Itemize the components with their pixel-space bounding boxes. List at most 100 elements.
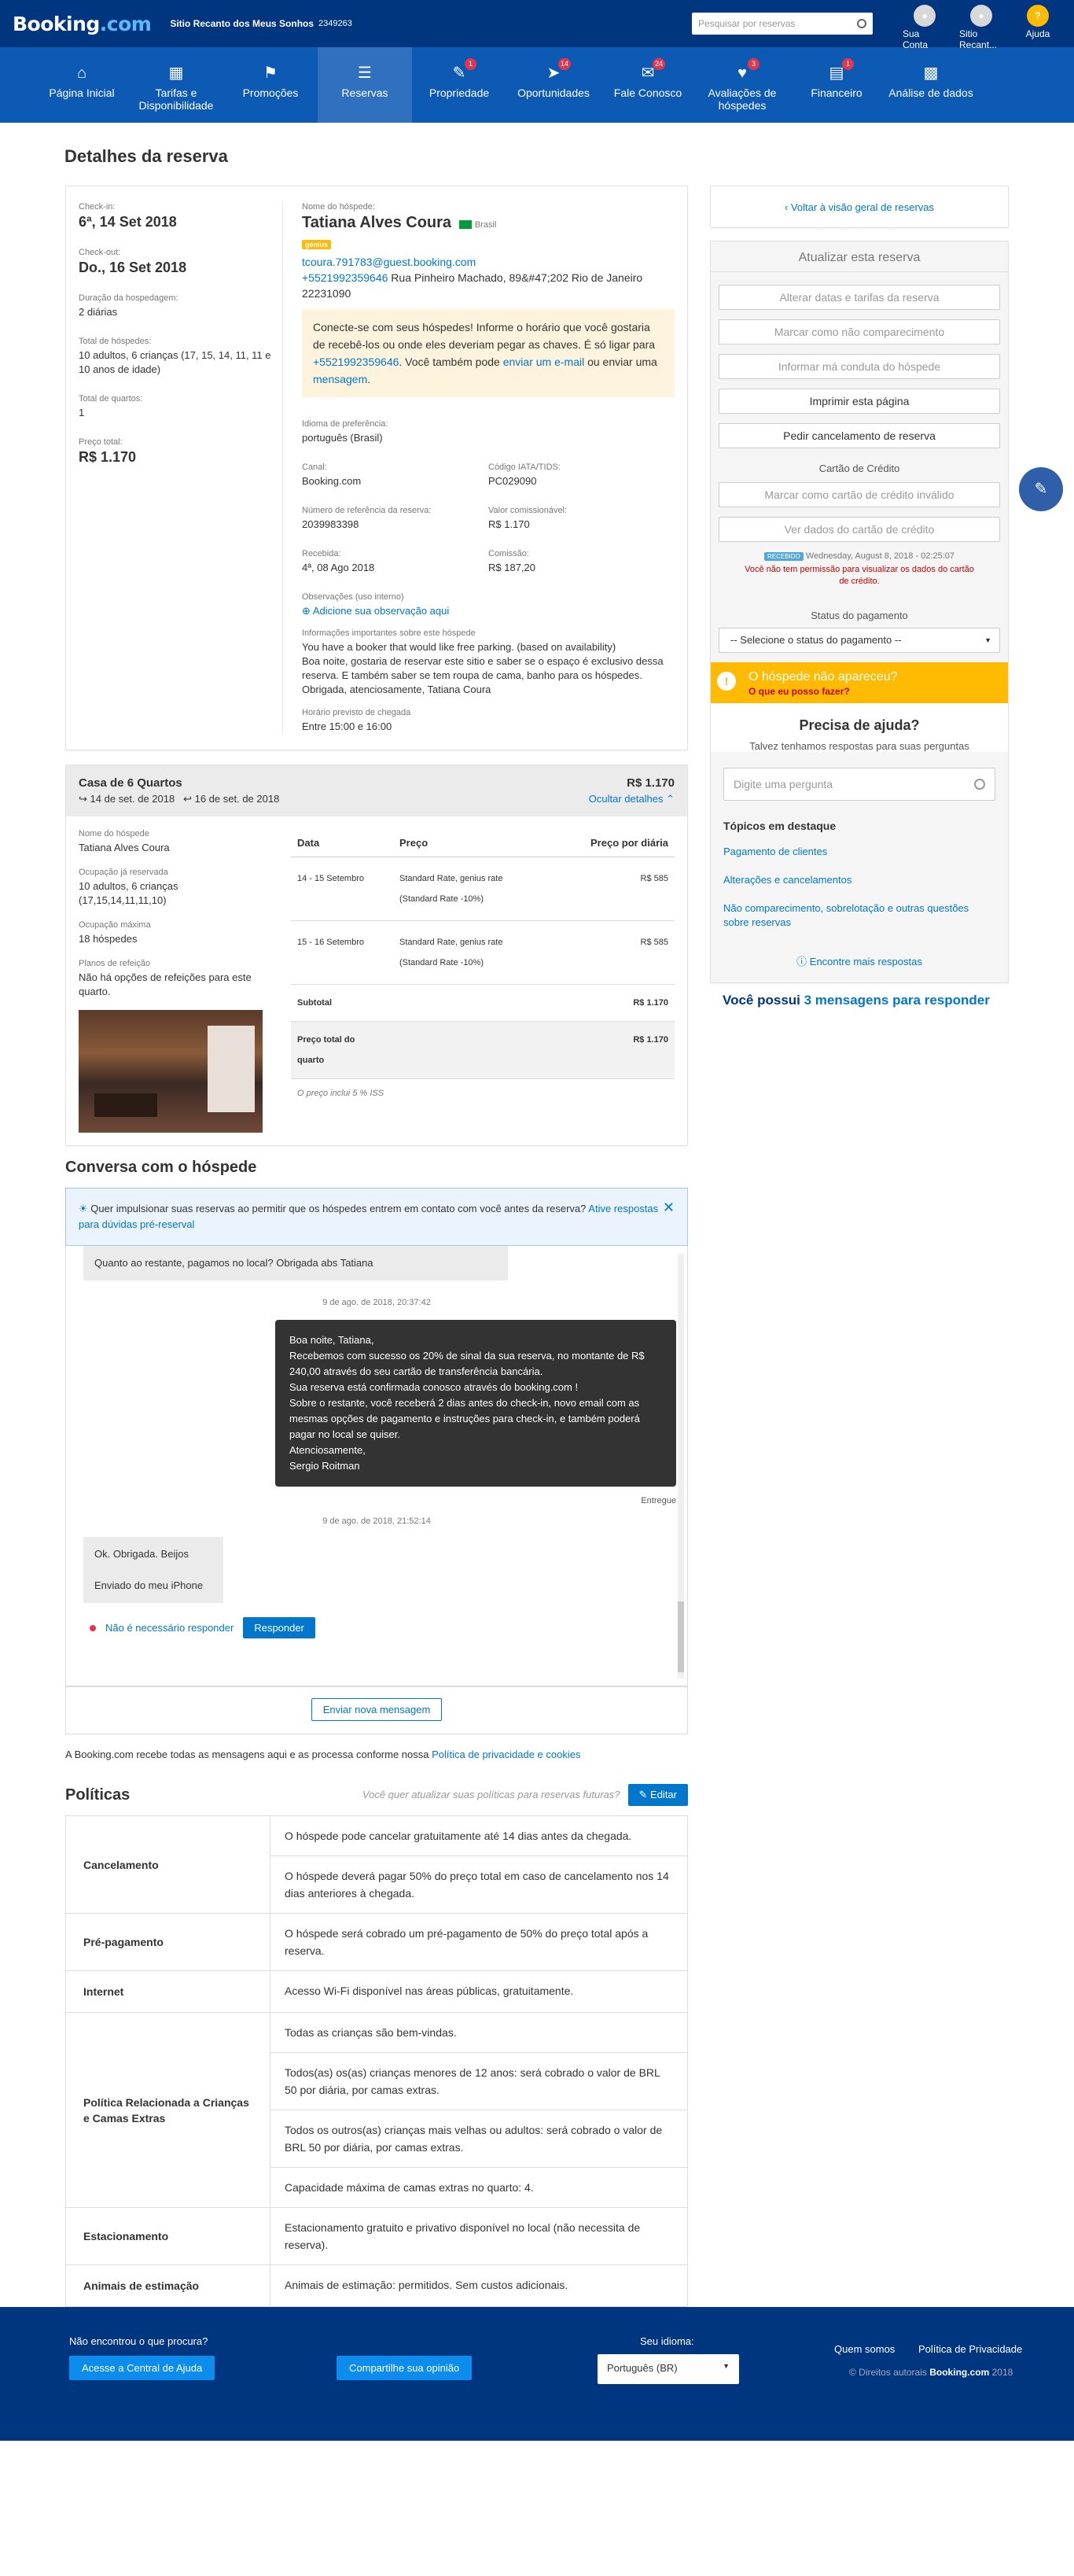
chevron-down-icon: ▼ bbox=[723, 2362, 730, 2370]
iata-value: PC029090 bbox=[488, 475, 537, 487]
footer-privacy-link[interactable]: Política de Privacidade bbox=[918, 2343, 1022, 2355]
mark-card-invalid-button[interactable]: Marcar como cartão de crédito inválido bbox=[719, 482, 1000, 507]
search-icon bbox=[974, 779, 985, 790]
property-menu[interactable]: ● Sitio Recant... bbox=[959, 5, 1003, 50]
commission-value: R$ 187,20 bbox=[488, 562, 535, 573]
message-outgoing: Boa noite, Tatiana, Recebemos com sucess… bbox=[275, 1320, 676, 1487]
chat-thread[interactable]: Quanto ao restante, pagamos no local? Ob… bbox=[65, 1246, 688, 1686]
edit-policies-button[interactable]: ✎ Editar bbox=[627, 1784, 688, 1806]
guests-label: Total de hóspedes: bbox=[79, 337, 152, 346]
arrival-icon: ↪ bbox=[79, 793, 87, 805]
policy-name: Internet bbox=[66, 1971, 270, 2012]
policy-row: Política Relacionada a Crianças e Camas … bbox=[66, 2013, 687, 2208]
messages-link[interactable]: 3 mensagens para responder bbox=[804, 993, 990, 1008]
booking-logo[interactable]: Booking.com bbox=[13, 13, 152, 35]
nav-envelope[interactable]: ✉ 24 Fale Conosco bbox=[601, 47, 695, 123]
mark-no-show-button[interactable]: Marcar como não comparecimento bbox=[719, 319, 1000, 345]
nav-tag[interactable]: ⚑ Promoções bbox=[223, 47, 318, 123]
change-dates-button[interactable]: Alterar datas e tarifas da reserva bbox=[719, 285, 1000, 310]
language-select[interactable]: Português (BR) ▼ bbox=[598, 2354, 739, 2384]
topic-link[interactable]: Não comparecimento, sobrelotação e outra… bbox=[723, 901, 995, 930]
guest-email-link[interactable]: tcoura.791783@guest.booking.com bbox=[302, 256, 476, 268]
account-menu[interactable]: ● Sua Conta bbox=[903, 5, 947, 50]
reservation-search-input[interactable]: Pesquisar por reservas bbox=[692, 13, 873, 35]
language-label: Idioma de preferência: bbox=[302, 419, 388, 429]
add-note-link[interactable]: ⊕ Adicione sua observação aqui bbox=[302, 605, 449, 617]
guest-phone-link[interactable]: +5521992359646 bbox=[302, 271, 388, 284]
channel-label: Canal: bbox=[302, 463, 327, 472]
more-answers-link[interactable]: ⓘ Encontre mais respostas bbox=[796, 956, 922, 967]
prebooking-tip: ☀ Quer impulsionar suas reservas ao perm… bbox=[65, 1188, 688, 1246]
policy-name: Pré-pagamento bbox=[66, 1914, 270, 1970]
card-received-date: Wednesday, August 8, 2018 - 02:25:07 bbox=[805, 551, 955, 561]
payment-status-select[interactable]: -- Selecione o status do pagamento -- ▼ bbox=[719, 628, 1000, 653]
conversation-section: Conversa com o hóspede ☀ Quer impulsiona… bbox=[65, 1159, 688, 1760]
messages-prefix: Você possui bbox=[723, 993, 800, 1008]
about-link[interactable]: Quem somos bbox=[834, 2343, 895, 2355]
nav-rocket[interactable]: ➤ 14 Oportunidades bbox=[506, 47, 601, 123]
conversation-title: Conversa com o hóspede bbox=[65, 1159, 257, 1176]
help-menu[interactable]: ? Ajuda bbox=[1016, 5, 1060, 50]
page-title: Detalhes da reserva bbox=[64, 146, 228, 166]
calendar-icon: ▦ bbox=[168, 64, 184, 82]
policies-table: Cancelamento O hóspede pode cancelar grat… bbox=[65, 1815, 688, 2307]
share-feedback-button[interactable]: Compartilhe sua opinião bbox=[337, 2356, 473, 2380]
nav-home[interactable]: ⌂ Página Inicial bbox=[35, 47, 129, 123]
hide-details-link[interactable]: Ocultar detalhes ⌃ bbox=[589, 793, 675, 805]
info-label: Informações importantes sobre este hóspe… bbox=[302, 628, 476, 638]
help-search-input[interactable]: Digite uma pergunta bbox=[723, 768, 995, 801]
no-show-link[interactable]: O que eu posso fazer? bbox=[748, 686, 850, 697]
feedback-tab[interactable]: ✎ bbox=[1019, 467, 1063, 511]
policy-name: Estacionamento bbox=[66, 2208, 270, 2265]
rooms-value: 1 bbox=[79, 407, 85, 418]
nav-badge: 1 bbox=[465, 58, 476, 70]
guests-value: 10 adultos, 6 crianças (17, 15, 14, 11, … bbox=[79, 349, 271, 375]
request-cancel-button[interactable]: Pedir cancelamento de reserva bbox=[719, 423, 1000, 448]
checkout-label: Check-out: bbox=[79, 248, 121, 257]
lightbulb-icon: ☀ bbox=[79, 1203, 88, 1214]
notice-phone-link[interactable]: +5521992359646 bbox=[313, 356, 399, 368]
report-guest-button[interactable]: Informar má conduta do hóspede bbox=[719, 354, 1000, 379]
channel-value: Booking.com bbox=[302, 475, 362, 487]
nav-calendar[interactable]: ▦ Tarifas e Disponibilidade bbox=[129, 47, 223, 123]
policy-name: Animais de estimação bbox=[66, 2265, 270, 2306]
topic-link[interactable]: Alterações e cancelamentos bbox=[723, 873, 995, 887]
send-email-link[interactable]: enviar um e-mail bbox=[503, 356, 584, 368]
close-icon[interactable]: ✕ bbox=[663, 1200, 675, 1215]
nav-pen[interactable]: ✎ 1 Propriedade bbox=[412, 47, 506, 123]
nav-list[interactable]: ☰ Reservas bbox=[318, 47, 412, 123]
room-title: Casa de 6 Quartos bbox=[79, 776, 182, 790]
price-label: Preço total: bbox=[79, 437, 123, 447]
policy-name: Política Relacionada a Crianças e Camas … bbox=[66, 2013, 270, 2207]
send-new-message-button[interactable]: Enviar nova mensagem bbox=[311, 1698, 443, 1721]
checkout-date: Do., 16 Set 2018 bbox=[79, 260, 187, 275]
nav-label: Financeiro bbox=[811, 87, 863, 99]
view-card-button[interactable]: Ver dados do cartão de crédito bbox=[719, 517, 1000, 542]
room-guest: Tatiana Alves Coura bbox=[79, 842, 170, 853]
update-panel: Atualizar esta reserva Alterar datas e t… bbox=[710, 241, 1009, 983]
nav-bar-chart[interactable]: ▩ Análise de dados bbox=[884, 47, 978, 123]
iata-label: Código IATA/TIDS: bbox=[488, 463, 561, 472]
nav-badge: 3 bbox=[748, 58, 760, 70]
nav-label: Oportunidades bbox=[517, 87, 590, 99]
print-page-button[interactable]: Imprimir esta página bbox=[719, 389, 1000, 414]
send-message-link[interactable]: mensagem bbox=[313, 373, 367, 385]
room-photo[interactable] bbox=[79, 1010, 263, 1133]
guest-country: Brasil bbox=[474, 220, 497, 230]
col-price: Preço bbox=[399, 837, 428, 849]
chat-scrollbar[interactable] bbox=[678, 1254, 684, 1679]
arrival-label: Horário previsto de chegada bbox=[302, 708, 411, 717]
policy-text: Todos os outros(as) crianças mais velhas… bbox=[270, 2110, 687, 2168]
nav-heart[interactable]: ♥ 3 Avaliações de hóspedes bbox=[695, 47, 789, 123]
reply-button[interactable]: Responder bbox=[243, 1617, 315, 1638]
back-to-reservations-link[interactable]: ‹ Voltar à visão geral de reservas bbox=[785, 201, 934, 213]
policy-text: Capacidade máxima de camas extras no qua… bbox=[285, 2181, 534, 2194]
topics-title: Tópicos em destaque bbox=[723, 820, 837, 832]
topic-link[interactable]: Pagamento de clientes bbox=[723, 845, 995, 859]
table-row: 14 - 15 Setembro Standard Rate, genius ra… bbox=[291, 857, 675, 921]
no-reply-needed-link[interactable]: Não é necessário responder bbox=[105, 1622, 234, 1634]
help-center-button[interactable]: Acesse a Central de Ajuda bbox=[69, 2356, 215, 2380]
max-occupancy-label: Ocupação máxima bbox=[79, 920, 151, 930]
privacy-link[interactable]: Política de privacidade e cookies bbox=[432, 1749, 580, 1760]
nav-document[interactable]: ▤ 1 Financeiro bbox=[789, 47, 884, 123]
